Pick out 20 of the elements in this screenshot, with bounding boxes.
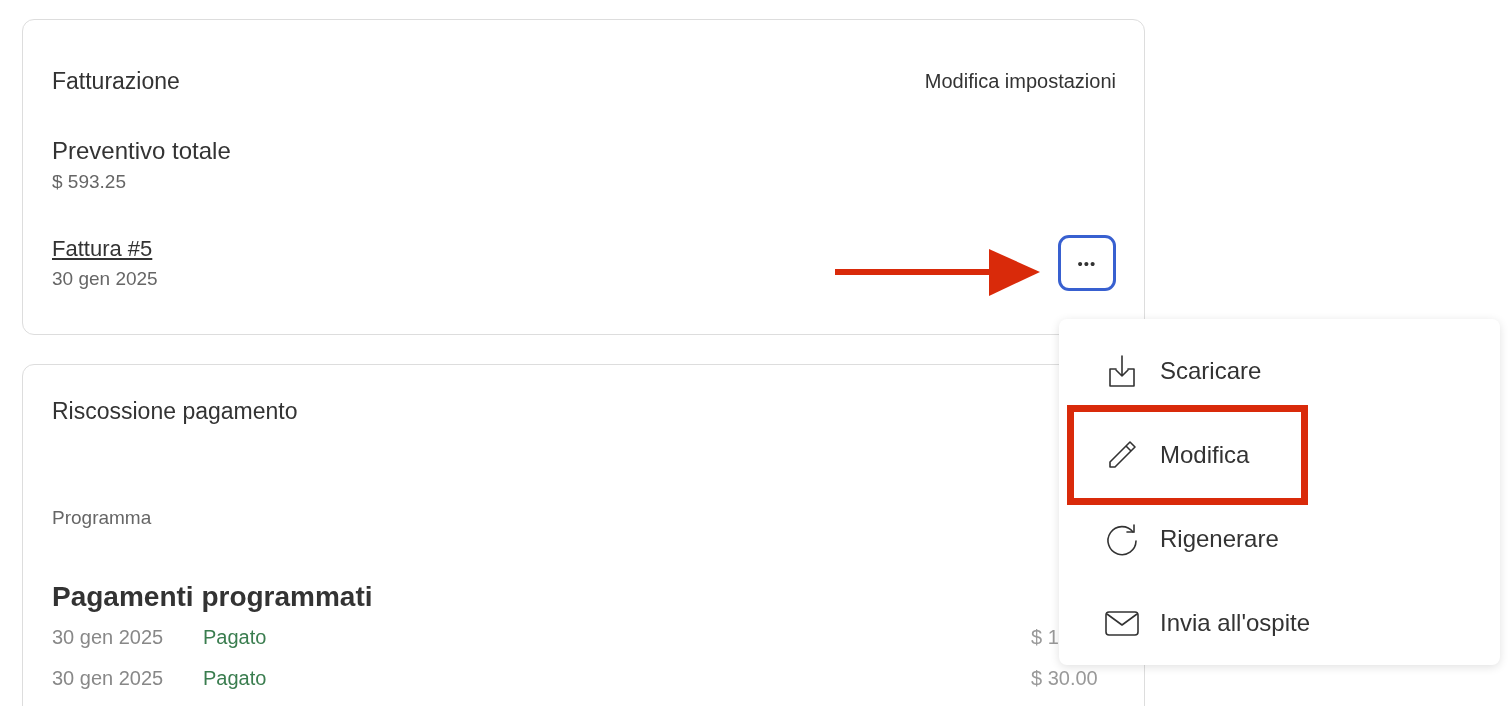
estimate-label: Preventivo totale bbox=[52, 137, 232, 165]
payment-amount: $ 1 bbox=[1031, 626, 1060, 649]
payment-date: 30 gen 2025 bbox=[52, 667, 165, 690]
payment-amount: $ 30.00 bbox=[1031, 667, 1099, 690]
menu-item[interactable]: Rigenerare bbox=[1059, 497, 1500, 581]
card-title: Fatturazione bbox=[52, 68, 180, 95]
invoice-link[interactable]: Fattura #5 bbox=[52, 236, 158, 262]
schedule-label: Programma bbox=[52, 507, 153, 529]
payment-status: Pagato bbox=[203, 626, 268, 649]
estimate-value: $ 593.25 bbox=[52, 171, 127, 193]
menu-item[interactable]: Invia all'ospite bbox=[1059, 581, 1500, 665]
section-heading: Pagamenti programmati bbox=[52, 581, 374, 613]
invoice-date: 30 gen 2025 bbox=[52, 268, 158, 290]
payment-status: Pagato bbox=[203, 667, 268, 690]
payment-date: 30 gen 2025 bbox=[52, 626, 165, 649]
settings-link[interactable]: Modifica impostazioni bbox=[924, 70, 1116, 93]
more-button[interactable]: ••• bbox=[1058, 235, 1116, 291]
card-title: Riscossione pagamento bbox=[52, 398, 299, 425]
menu-item[interactable]: Modifica bbox=[1059, 413, 1500, 497]
menu-item[interactable]: Scaricare bbox=[1059, 329, 1500, 413]
